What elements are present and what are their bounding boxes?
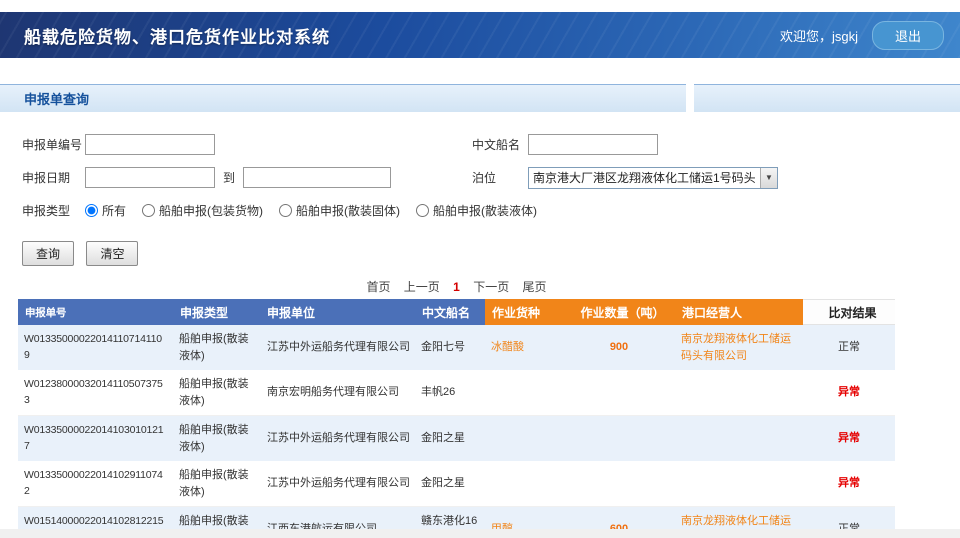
cell-ship: 丰帆26	[415, 370, 485, 415]
col-header-result: 比对结果	[803, 299, 895, 325]
page: 船载危险货物、港口危货作业比对系统 欢迎您，jsgkj 退出 申报单查询 申报单…	[0, 12, 960, 538]
radio-bulk-solid-input[interactable]	[279, 204, 292, 217]
radio-all-input[interactable]	[85, 204, 98, 217]
table-row[interactable]: W013350000220141029110742 船舶申报(散装液体) 江苏中…	[18, 461, 895, 507]
table-header-row: 申报单号 申报类型 申报单位 中文船名 作业货种 作业数量（吨） 港口经营人 比…	[18, 299, 895, 325]
section-bar: 申报单查询	[0, 84, 960, 112]
table-body: W013350000220141107141109 船舶申报(散装液体) 江苏中…	[18, 325, 895, 538]
radio-bulk-solid[interactable]: 船舶申报(散装固体)	[279, 202, 400, 219]
col-header-ship: 中文船名	[415, 299, 485, 325]
query-form: 申报单编号 中文船名 申报日期 到 泊位 南京港大厂港区龙翔液体化工储运1号码头…	[0, 112, 960, 266]
cell-unit: 江苏中外运船务代理有限公司	[263, 416, 415, 461]
berth-select[interactable]: 南京港大厂港区龙翔液体化工储运1号码头 ▼	[528, 167, 778, 189]
col-header-decl-no: 申报单号	[18, 299, 173, 325]
berth-select-value: 南京港大厂港区龙翔液体化工储运1号码头	[529, 169, 760, 186]
cell-result: 异常	[803, 370, 895, 415]
cell-decl-no: W013350000220141029110742	[18, 461, 173, 506]
page-last[interactable]: 尾页	[523, 280, 547, 294]
cell-cargo	[485, 416, 563, 461]
cell-result: 异常	[803, 461, 895, 506]
header-right: 欢迎您，jsgkj 退出	[780, 21, 944, 50]
section-side-bar	[694, 84, 960, 112]
cell-result: 异常	[803, 416, 895, 461]
ship-name-input[interactable]	[528, 134, 658, 155]
cell-cargo	[485, 370, 563, 415]
cell-ship: 金阳之星	[415, 416, 485, 461]
table-row[interactable]: W013350000220141030101217 船舶申报(散装液体) 江苏中…	[18, 416, 895, 461]
section-divider	[686, 84, 694, 112]
radio-packaged-label: 船舶申报(包装货物)	[159, 202, 263, 219]
cell-unit: 南京宏明船务代理有限公司	[263, 370, 415, 415]
form-row-3: 申报类型 所有 船舶申报(包装货物) 船舶申报(散装固体) 船舶申报(散装液体)	[22, 194, 960, 227]
berth-label: 泊位	[472, 169, 528, 186]
col-header-qty: 作业数量（吨）	[563, 299, 675, 325]
cell-operator	[675, 370, 803, 415]
cell-decl-no: W012380000320141105073753	[18, 370, 173, 415]
radio-all-label: 所有	[102, 202, 126, 219]
logout-button[interactable]: 退出	[872, 21, 944, 50]
cell-qty	[563, 416, 675, 461]
chevron-down-icon[interactable]: ▼	[760, 168, 777, 188]
radio-bulk-solid-label: 船舶申报(散装固体)	[296, 202, 400, 219]
decl-no-label: 申报单编号	[22, 136, 85, 153]
radio-bulk-liquid-input[interactable]	[416, 204, 429, 217]
col-header-cargo: 作业货种	[485, 299, 563, 325]
col-header-decl-type: 申报类型	[173, 299, 263, 325]
cell-ship: 金阳七号	[415, 325, 485, 370]
form-row-1: 申报单编号 中文船名	[22, 128, 960, 161]
cell-ship: 金阳之星	[415, 461, 485, 506]
app-title: 船载危险货物、港口危货作业比对系统	[24, 23, 330, 48]
form-row-2: 申报日期 到 泊位 南京港大厂港区龙翔液体化工储运1号码头 ▼	[22, 161, 960, 194]
page-current: 1	[453, 280, 460, 294]
pagination: 首页 上一页 1 下一页 尾页	[18, 278, 895, 295]
page-title: 申报单查询	[24, 89, 89, 108]
cell-qty	[563, 370, 675, 415]
clear-button[interactable]: 清空	[86, 241, 138, 266]
radio-bulk-liquid[interactable]: 船舶申报(散装液体)	[416, 202, 537, 219]
date-group: 申报日期 到	[22, 167, 472, 188]
app-header: 船载危险货物、港口危货作业比对系统 欢迎您，jsgkj 退出	[0, 12, 960, 58]
cell-unit: 江苏中外运船务代理有限公司	[263, 461, 415, 506]
date-to-label: 到	[223, 169, 235, 186]
table-row[interactable]: W012380000320141105073753 船舶申报(散装液体) 南京宏…	[18, 370, 895, 416]
decl-type-label: 申报类型	[22, 202, 85, 219]
cell-cargo	[485, 461, 563, 506]
cell-decl-type: 船舶申报(散装液体)	[173, 416, 263, 461]
button-row: 查询 清空	[22, 241, 960, 266]
cell-cargo: 冰醋酸	[485, 325, 563, 370]
col-header-unit: 申报单位	[263, 299, 415, 325]
cell-operator	[675, 416, 803, 461]
cell-decl-type: 船舶申报(散装液体)	[173, 325, 263, 370]
col-header-operator: 港口经营人	[675, 299, 803, 325]
decl-no-input[interactable]	[85, 134, 215, 155]
cell-decl-no: W013350000220141107141109	[18, 325, 173, 370]
page-first[interactable]: 首页	[366, 280, 390, 294]
welcome-text: 欢迎您，jsgkj	[780, 26, 858, 45]
page-prev[interactable]: 上一页	[404, 280, 440, 294]
radio-all[interactable]: 所有	[85, 202, 126, 219]
section-title-area: 申报单查询	[0, 84, 686, 112]
cell-decl-type: 船舶申报(散装液体)	[173, 461, 263, 506]
date-to-input[interactable]	[243, 167, 391, 188]
date-label: 申报日期	[22, 169, 85, 186]
radio-packaged[interactable]: 船舶申报(包装货物)	[142, 202, 263, 219]
cell-unit: 江苏中外运船务代理有限公司	[263, 325, 415, 370]
table-row[interactable]: W013350000220141107141109 船舶申报(散装液体) 江苏中…	[18, 325, 895, 370]
cell-decl-type: 船舶申报(散装液体)	[173, 370, 263, 415]
radio-bulk-liquid-label: 船舶申报(散装液体)	[433, 202, 537, 219]
date-from-input[interactable]	[85, 167, 215, 188]
cell-qty	[563, 461, 675, 506]
footer-strip	[0, 529, 960, 538]
decl-no-group: 申报单编号	[22, 134, 472, 155]
cell-operator: 南京龙翔液体化工储运码头有限公司	[675, 325, 803, 370]
cell-result: 正常	[803, 325, 895, 370]
results-table: 申报单号 申报类型 申报单位 中文船名 作业货种 作业数量（吨） 港口经营人 比…	[18, 299, 895, 538]
query-button[interactable]: 查询	[22, 241, 74, 266]
page-next[interactable]: 下一页	[473, 280, 509, 294]
radio-packaged-input[interactable]	[142, 204, 155, 217]
cell-decl-no: W013350000220141030101217	[18, 416, 173, 461]
cell-qty: 900	[563, 325, 675, 370]
ship-name-label: 中文船名	[472, 136, 528, 153]
cell-operator	[675, 461, 803, 506]
